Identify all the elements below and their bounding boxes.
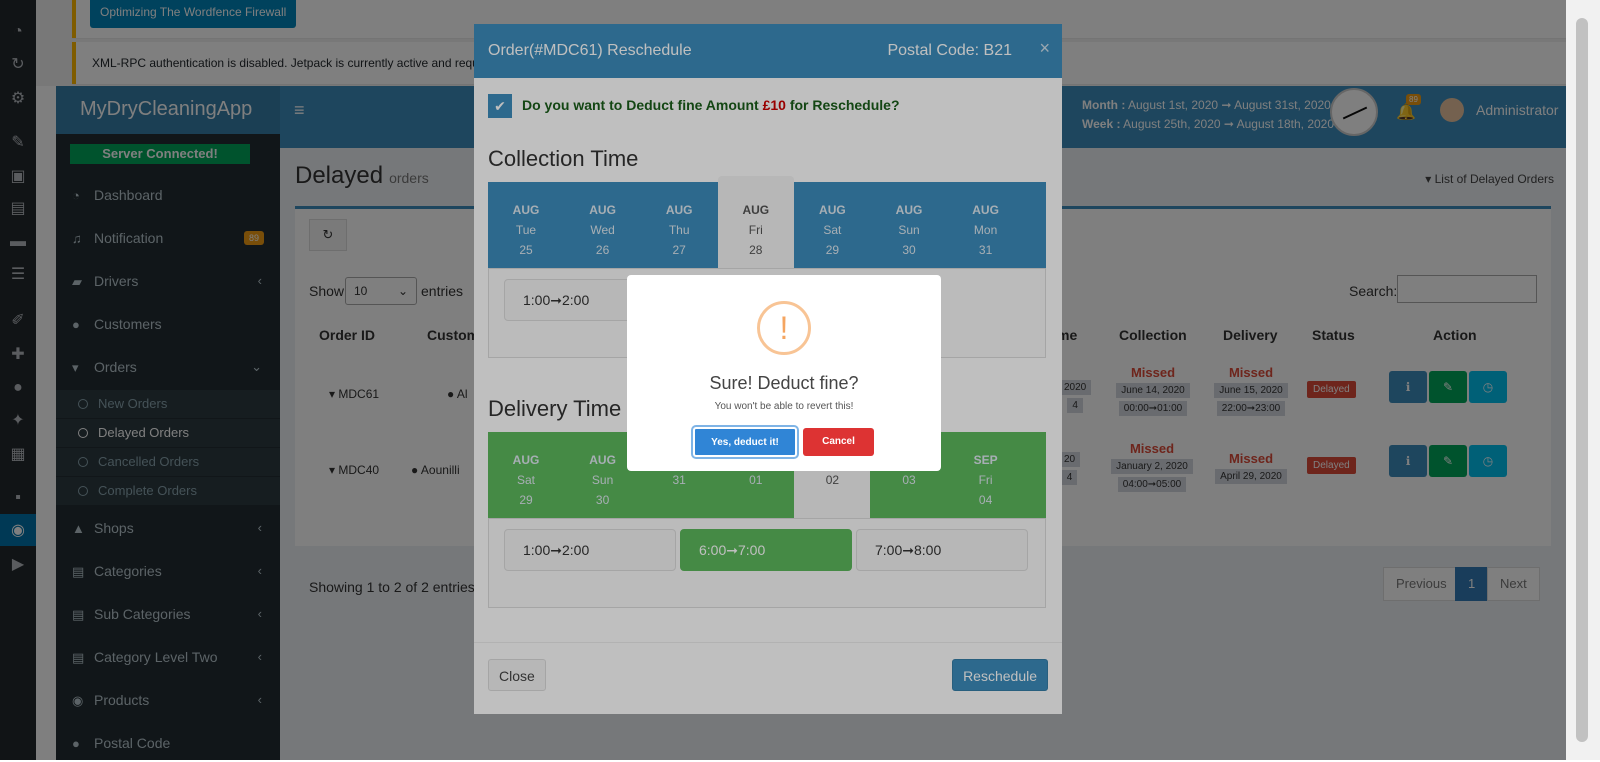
confirm-dialog: ! Sure! Deduct fine? You won't be able t… xyxy=(627,275,941,471)
scrollbar-thumb[interactable] xyxy=(1576,18,1588,742)
dialog-text: You won't be able to revert this! xyxy=(714,401,854,412)
scrollbar[interactable] xyxy=(1566,0,1600,760)
warning-icon: ! xyxy=(757,301,811,355)
dialog-title: Sure! Deduct fine? xyxy=(709,373,859,393)
confirm-button[interactable]: Yes, deduct it! xyxy=(693,427,797,457)
cancel-button[interactable]: Cancel xyxy=(803,428,874,456)
